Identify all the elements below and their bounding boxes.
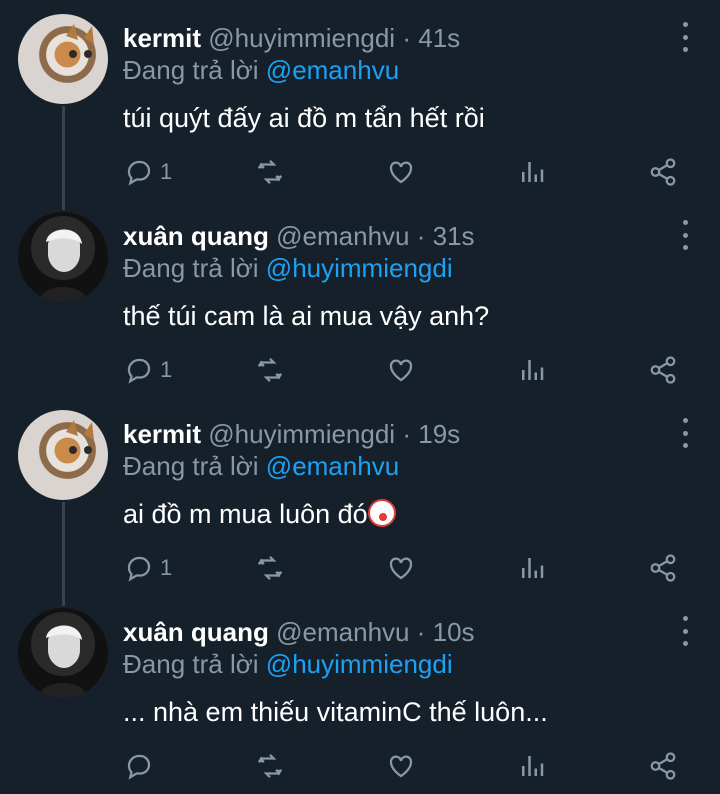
display-name[interactable]: xuân quang [123,221,269,251]
action-bar: 1 [0,154,720,190]
tweet-text: ai đồ m mua luôn đó [123,496,396,532]
tweet-header: xuân quang @emanhvu · 31s [123,220,475,252]
username[interactable]: @huyimmiengdi [208,419,395,449]
like-button[interactable] [386,748,416,784]
avatar[interactable] [18,212,108,302]
more-vertical-icon[interactable] [678,616,692,646]
heart-icon [389,755,413,778]
replying-to: Đang trả lời @huyimmiengdi [123,648,453,680]
analytics-button[interactable] [517,550,547,586]
separator: · [402,23,411,53]
avatar[interactable] [18,410,108,500]
heart-icon [389,359,413,382]
replying-to: Đang trả lời @huyimmiengdi [123,252,453,284]
replying-to-label: Đang trả lời [123,451,259,481]
retweet-icon [257,159,283,185]
display-name[interactable]: kermit [123,23,201,53]
share-button[interactable] [648,748,678,784]
replying-to-label: Đang trả lời [123,55,259,85]
tweet-header: xuân quang @emanhvu · 10s [123,616,475,648]
mention-link[interactable]: @emanhvu [266,55,399,85]
retweet-icon [257,555,283,581]
username[interactable]: @huyimmiengdi [208,23,395,53]
action-bar [0,748,720,784]
replying-to: Đang trả lời @emanhvu [123,54,399,86]
analytics-button[interactable] [517,748,547,784]
heart-icon [389,557,413,580]
like-button[interactable] [386,352,416,388]
reply-count: 1 [160,555,173,580]
separator: · [416,617,426,647]
tweet-header: kermit @huyimmiengdi · 41s [123,22,460,54]
share-icon [650,158,676,186]
retweet-button[interactable] [255,748,285,784]
like-button[interactable] [386,154,416,190]
timestamp[interactable]: 31s [433,221,475,251]
action-bar: 1 [0,352,720,388]
retweet-button[interactable] [255,352,285,388]
timestamp[interactable]: 19s [418,419,460,449]
share-button[interactable] [648,550,678,586]
tweet-text-content: ai đồ m mua luôn đó [123,499,368,529]
reply-icon [127,556,151,582]
username[interactable]: @emanhvu [276,617,409,647]
retweet-icon [257,357,283,383]
share-icon [650,752,676,780]
username[interactable]: @emanhvu [276,221,409,251]
tweet[interactable]: kermit @huyimmiengdi · 19s Đang trả lời … [0,396,720,606]
retweet-button[interactable] [255,550,285,586]
analytics-icon [522,756,544,776]
reply-count: 1 [160,159,173,184]
mention-link[interactable]: @huyimmiengdi [266,649,453,679]
avatar[interactable] [18,14,108,104]
tweet-text: ... nhà em thiếu vitaminC thế luôn... [123,697,548,727]
retweet-icon [257,753,283,779]
replying-to: Đang trả lời @emanhvu [123,450,399,482]
tweet[interactable]: xuân quang @emanhvu · 31s Đang trả lời @… [0,198,720,396]
share-button[interactable] [648,154,678,190]
reply-button[interactable] [124,748,160,784]
reply-icon [127,160,151,186]
analytics-button[interactable] [517,352,547,388]
tweet-header: kermit @huyimmiengdi · 19s [123,418,460,450]
timestamp[interactable]: 41s [418,23,460,53]
reply-icon [127,358,151,384]
reply-button[interactable]: 1 [124,550,172,586]
share-button[interactable] [648,352,678,388]
analytics-icon [522,558,544,578]
share-icon [650,356,676,384]
tweet[interactable]: xuân quang @emanhvu · 10s Đang trả lời @… [0,594,720,794]
tweet[interactable]: kermit @huyimmiengdi · 41s Đang trả lời … [0,0,720,210]
analytics-button[interactable] [517,154,547,190]
timestamp[interactable]: 10s [433,617,475,647]
more-vertical-icon[interactable] [678,22,692,52]
mention-link[interactable]: @huyimmiengdi [266,253,453,283]
display-name[interactable]: kermit [123,419,201,449]
reply-count: 1 [160,357,173,382]
tweet-text: thế túi cam là ai mua vậy anh? [123,301,490,331]
replying-to-label: Đang trả lời [123,649,259,679]
mention-link[interactable]: @emanhvu [266,451,399,481]
like-button[interactable] [386,550,416,586]
avatar[interactable] [18,608,108,698]
retweet-button[interactable] [255,154,285,190]
separator: · [402,419,411,449]
action-bar: 1 [0,550,720,586]
more-vertical-icon[interactable] [678,220,692,250]
analytics-icon [522,360,544,380]
reply-icon [127,754,151,780]
reply-button[interactable]: 1 [124,352,172,388]
tweet-text: túi quýt đấy ai đồ m tẩn hết rồi [123,103,485,133]
share-icon [650,554,676,582]
reply-button[interactable]: 1 [124,154,172,190]
separator: · [416,221,426,251]
replying-to-label: Đang trả lời [123,253,259,283]
heart-icon [389,161,413,184]
display-name[interactable]: xuân quang [123,617,269,647]
clown-face-emoji [367,499,396,527]
more-vertical-icon[interactable] [678,418,692,448]
analytics-icon [522,162,544,182]
